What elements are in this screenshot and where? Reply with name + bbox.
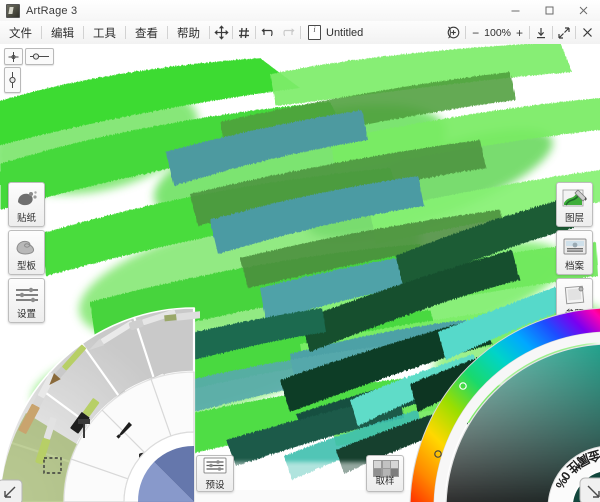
redo-icon: [278, 21, 300, 44]
sample-button[interactable]: 取样: [366, 455, 404, 492]
sticker-button[interactable]: 贴纸: [8, 182, 45, 227]
canvas-move-widget[interactable]: [4, 48, 23, 65]
reference-icon: [560, 282, 590, 308]
title-bar: ArtRage 3: [0, 0, 600, 22]
document-icon: [308, 25, 321, 40]
canvas-vertical-slider-widget[interactable]: [4, 67, 21, 93]
menu-edit[interactable]: 编辑: [42, 21, 83, 44]
menu-file[interactable]: 文件: [0, 21, 41, 44]
scrapbook-button[interactable]: 档案: [556, 230, 593, 275]
artrage-window: ArtRage 3 文件 编辑 工具 查看 帮助 i Untitled − 10…: [0, 0, 600, 502]
zoom-in-button[interactable]: +: [514, 26, 525, 40]
zoom-out-button[interactable]: −: [470, 26, 481, 40]
layers-button[interactable]: 图层: [556, 182, 593, 227]
zoom-in-tool-icon[interactable]: [443, 21, 465, 44]
presets-button[interactable]: 预设: [196, 455, 234, 492]
menu-help[interactable]: 帮助: [168, 21, 209, 44]
grid-icon[interactable]: [233, 21, 255, 44]
stencil-label: 型板: [16, 261, 36, 272]
document-tab[interactable]: Untitled: [301, 25, 363, 40]
window-title: ArtRage 3: [26, 4, 78, 17]
minimize-icon[interactable]: [498, 0, 532, 21]
zoom-level-value[interactable]: 100%: [484, 27, 511, 39]
expand-arrow-icon: [579, 477, 600, 502]
presets-icon: [203, 457, 227, 479]
fit-to-screen-icon[interactable]: [530, 21, 552, 44]
transform-icon[interactable]: [210, 21, 232, 44]
close-document-icon[interactable]: [576, 21, 598, 44]
close-icon[interactable]: [566, 0, 600, 21]
sample-label: 取样: [375, 476, 395, 488]
stencil-icon: [12, 234, 42, 260]
menu-bar: 文件 编辑 工具 查看 帮助 i Untitled − 100% +: [0, 21, 600, 45]
undo-icon[interactable]: [256, 21, 278, 44]
presets-label: 预设: [205, 479, 225, 491]
artrage-app-icon: [6, 3, 20, 18]
fullscreen-icon[interactable]: [553, 21, 575, 44]
canvas-size-slider-widget[interactable]: [25, 48, 54, 65]
scrapbook-label: 档案: [564, 261, 584, 272]
layers-icon: [560, 186, 590, 212]
tool-wheel[interactable]: T 50%: [0, 302, 200, 502]
maximize-icon[interactable]: [532, 0, 566, 21]
zoom-control-group: − 100% +: [466, 26, 529, 40]
right-toolbar: − 100% +: [443, 21, 600, 44]
sticker-icon: [12, 186, 42, 212]
menu-view[interactable]: 查看: [126, 21, 167, 44]
document-name: Untitled: [326, 26, 364, 39]
swatch-grid-icon: [373, 459, 399, 478]
expand-arrow-icon: [0, 479, 23, 502]
layers-label: 图层: [564, 213, 584, 224]
sticker-label: 贴纸: [16, 213, 36, 224]
stencil-button[interactable]: 型板: [8, 230, 45, 275]
window-controls: [498, 0, 600, 21]
menu-tools[interactable]: 工具: [84, 21, 125, 44]
color-picker-wheel[interactable]: 金属性 0%: [408, 306, 600, 502]
scrapbook-icon: [560, 234, 590, 260]
